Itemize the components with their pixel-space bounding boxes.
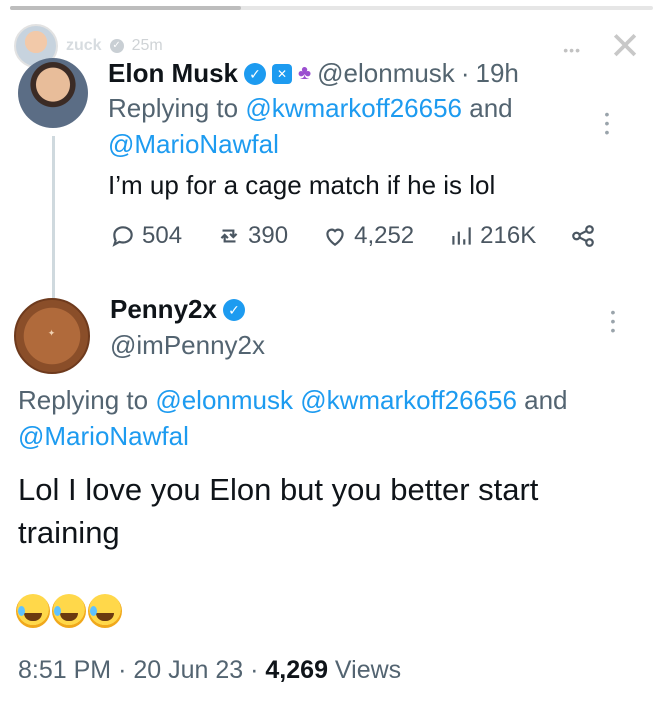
tweet-text: I’m up for a cage match if he is lol xyxy=(108,170,496,200)
replying-and: and xyxy=(469,93,513,123)
repost-button[interactable]: 390 xyxy=(216,222,288,250)
like-count: 4,252 xyxy=(354,222,415,249)
views-icon xyxy=(452,227,471,245)
mention-link[interactable]: @MarioNawfal xyxy=(108,129,279,159)
tweet-meta: 8:51 PM · 20 Jun 23 · 4,269 Views xyxy=(18,656,401,685)
replying-to: Replying to @kwmarkoff26656 and @MarioNa… xyxy=(108,90,578,162)
views-number[interactable]: 4,269 xyxy=(265,656,328,684)
repost-count: 390 xyxy=(248,222,289,249)
affiliate-badge-icon: ✕ xyxy=(272,63,293,84)
tears-of-joy-emoji-icon xyxy=(52,594,86,628)
reply-button[interactable]: 504 xyxy=(110,222,182,250)
tweet-actions: 504 390 4,252 216K xyxy=(110,222,630,250)
timestamp[interactable]: 19h xyxy=(475,58,518,89)
more-options-icon[interactable]: • • • xyxy=(602,107,612,139)
verified-badge-icon: ✓ xyxy=(109,39,124,53)
tweet-header: Elon Musk ✓ ✕ ♣ @elonmusk · 19h xyxy=(108,58,519,89)
meta-separator: · xyxy=(118,656,127,684)
verified-badge-icon: ✓ xyxy=(244,62,267,85)
avatar-elon[interactable] xyxy=(18,58,88,128)
emoji-row xyxy=(16,594,122,628)
heart-icon xyxy=(326,228,344,246)
share-button[interactable] xyxy=(570,223,596,249)
mention-link[interactable]: @MarioNawfal xyxy=(18,421,189,451)
tears-of-joy-emoji-icon xyxy=(88,594,122,628)
tweet-penny-header[interactable]: ✦ Penny2x ✓ @imPenny2x • • • xyxy=(14,290,644,374)
replying-prefix: Replying to xyxy=(18,385,149,415)
more-options-icon[interactable]: • • • xyxy=(608,305,618,337)
separator: · xyxy=(460,58,470,88)
views-count: 216K xyxy=(480,222,537,249)
story-owner-name[interactable]: zuck xyxy=(66,37,102,55)
views-button[interactable]: 216K xyxy=(448,222,536,250)
tears-of-joy-emoji-icon xyxy=(16,594,50,628)
share-icon xyxy=(572,225,595,247)
repost-icon xyxy=(220,229,238,243)
replying-prefix: Replying to xyxy=(108,93,239,123)
replying-to: Replying to @elonmusk @kwmarkoff26656 an… xyxy=(18,382,648,454)
post-date[interactable]: 20 Jun 23 xyxy=(133,656,243,684)
story-progress-bar xyxy=(10,6,653,10)
government-badge-icon: ♣ xyxy=(298,62,312,84)
verified-badge-icon: ✓ xyxy=(222,298,245,321)
replying-and: and xyxy=(524,385,568,415)
views-label: Views xyxy=(334,656,402,684)
story-progress-fill xyxy=(10,6,242,10)
reply-count: 504 xyxy=(142,222,183,249)
mention-link[interactable]: @kwmarkoff26656 xyxy=(245,93,462,123)
handle[interactable]: @elonmusk xyxy=(317,58,455,89)
display-name[interactable]: Elon Musk xyxy=(108,58,238,89)
handle[interactable]: @imPenny2x xyxy=(110,330,265,361)
post-time[interactable]: 8:51 PM xyxy=(18,656,111,684)
penny-coin-icon: ✦ xyxy=(47,328,57,338)
reply-icon xyxy=(112,226,133,247)
tweet-text: Lol I love you Elon but you better start… xyxy=(18,472,539,550)
mention-link[interactable]: @kwmarkoff26656 xyxy=(300,385,517,415)
display-name-row: Penny2x ✓ xyxy=(110,294,245,325)
mention-link[interactable]: @elonmusk xyxy=(155,385,293,415)
avatar-penny[interactable]: ✦ xyxy=(14,298,90,374)
display-name[interactable]: Penny2x xyxy=(110,294,217,325)
like-button[interactable]: 4,252 xyxy=(322,222,414,250)
story-age: 25m xyxy=(131,37,163,54)
meta-separator: · xyxy=(250,656,259,684)
tweet-elon[interactable]: Elon Musk ✓ ✕ ♣ @elonmusk · 19h • • • Repl… xyxy=(18,54,638,346)
